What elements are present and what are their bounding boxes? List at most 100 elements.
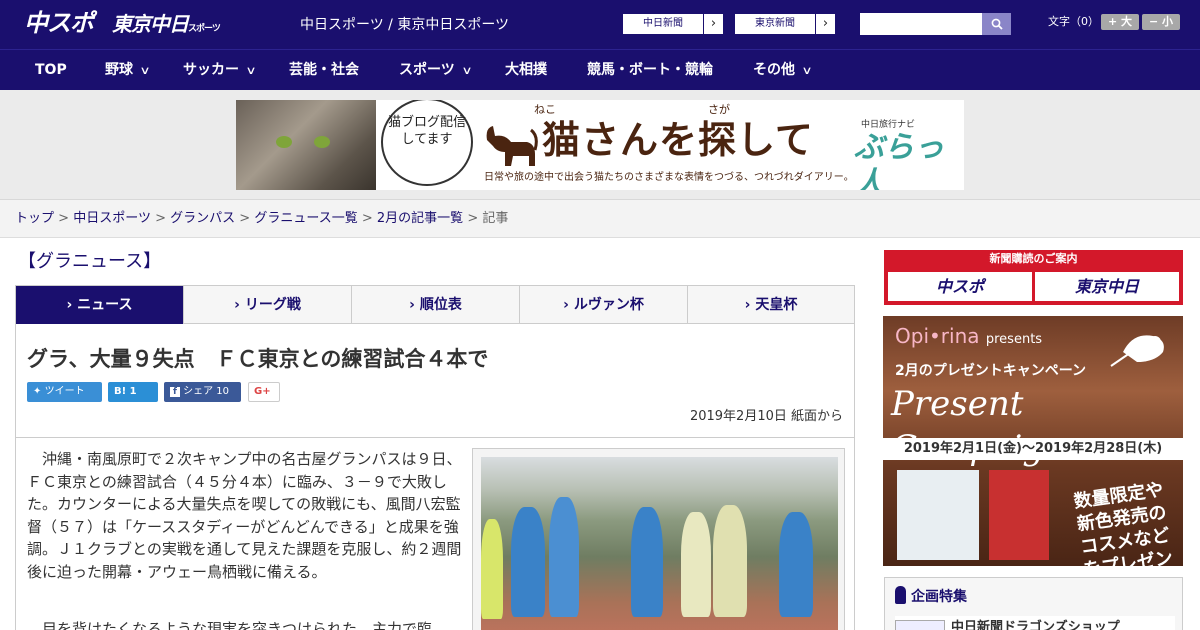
twitter-icon: ✦ (33, 386, 42, 397)
nav-label: その他 (753, 62, 795, 78)
breadcrumb-feb-articles[interactable]: 2月の記事一覧 (377, 211, 463, 226)
tweet-button[interactable]: ✦ ツイート (27, 382, 102, 402)
hatena-count: 1 (129, 386, 137, 397)
search-input[interactable] (860, 13, 982, 35)
cupid-icon (1110, 335, 1164, 367)
ad-line-1: 2月のプレゼントキャンペーン (895, 363, 1087, 379)
ad-promo: 数量限定や新色発売のコスメなどをプレゼント! (1072, 479, 1175, 566)
breadcrumb-sep: > (155, 211, 166, 226)
feature-box: 企画特集 中日新聞ドラゴンズショップ (884, 577, 1183, 630)
nav-item-other[interactable]: その他 ∨ (753, 50, 813, 90)
chevron-down-icon: ∨ (245, 64, 257, 77)
facebook-share-button[interactable]: f シェア 10 (164, 382, 241, 402)
subscribe-tokyo-button[interactable]: 東京中日 (1035, 272, 1179, 301)
cat-eye (276, 136, 292, 148)
article-date: 2019年2月10日 紙面から (689, 409, 843, 424)
facebook-count: 10 (216, 386, 230, 397)
banner-brand: ぶらっ人 (854, 130, 944, 190)
nav-label: TOP (35, 62, 67, 78)
banner-title: 猫さんを探して (542, 118, 814, 162)
site-name: 中日スポーツ / 東京中日スポーツ (300, 17, 510, 33)
subscribe-chuspo-button[interactable]: 中スポ (888, 272, 1032, 301)
font-size-label: 文字（0） (1048, 15, 1099, 28)
tokyo-shimbun-link[interactable]: 東京新聞 › (734, 13, 836, 35)
feature-title: 企画特集 (911, 589, 967, 605)
tab-levain-cup[interactable]: › ルヴァン杯 (520, 286, 688, 324)
tweet-label: ツイート (44, 386, 85, 397)
article-header: グラ、大量９失点 ＦＣ東京との練習試合４本で ✦ ツイート B! 1 f シェア… (15, 324, 855, 438)
breadcrumb-sep: > (58, 211, 70, 226)
tab-news[interactable]: › ニュース (16, 286, 184, 324)
speech-bubble: 猫ブログ配信してます (381, 100, 473, 186)
ad-dates: 2019年2月1日(金)～2019年2月28日(木) (883, 438, 1183, 460)
feature-item[interactable]: 中日新聞ドラゴンズショップ (895, 616, 1175, 630)
nav-item-top[interactable]: TOP (35, 50, 67, 90)
breadcrumb-chunichi-sports[interactable]: 中日スポーツ (73, 211, 151, 226)
present-campaign-ad[interactable]: Opi•rina presents 2月のプレゼントキャンペーン Present… (883, 316, 1183, 566)
chunichi-shimbun-link[interactable]: 中日新聞 › (622, 13, 724, 35)
chevron-right-icon: › (815, 14, 835, 34)
nav-label: 芸能・社会 (289, 62, 359, 78)
nav-item-sumo[interactable]: 大相撲 (505, 50, 547, 90)
ad-product-image (897, 470, 979, 560)
ribbon-icon (895, 586, 906, 604)
breadcrumb-top[interactable]: トップ (15, 211, 54, 226)
title-ruby: さが (708, 103, 730, 116)
player-figure (713, 505, 747, 617)
article-photo[interactable] (481, 457, 838, 630)
nav-item-soccer[interactable]: サッカー ∨ (183, 50, 257, 90)
nav-item-entertainment[interactable]: 芸能・社会 (289, 50, 359, 90)
article-photo-frame (472, 448, 845, 630)
banner-navi-label: 中日旅行ナビ (861, 120, 916, 130)
hatena-bookmark-button[interactable]: B! 1 (108, 382, 158, 402)
cat-eye (314, 136, 330, 148)
search-button[interactable] (982, 13, 1011, 35)
site-header: 中スポ 東京中日スポーツ 中日スポーツ / 東京中日スポーツ 中日新聞 › 東京新… (0, 0, 1200, 49)
nav-item-sports[interactable]: スポーツ ∨ (399, 50, 473, 90)
chevron-down-icon: ∨ (139, 64, 151, 77)
ad-brand: Opi•rina presents (895, 324, 1042, 352)
tokyo-chunichi-logo[interactable]: 東京中日スポーツ (112, 11, 221, 42)
article-headline: グラ、大量９失点 ＦＣ東京との練習試合４本で (27, 347, 489, 371)
font-smaller-button[interactable]: − 小 (1142, 14, 1180, 30)
feature-item-label: 中日新聞ドラゴンズショップ (951, 620, 1120, 630)
breadcrumb-sep: > (239, 211, 251, 226)
facebook-label: シェア (183, 386, 214, 397)
ad-brand-name: Opi•rina (895, 324, 980, 348)
font-larger-button[interactable]: + 大 (1101, 14, 1139, 30)
tab-standings[interactable]: › 順位表 (352, 286, 520, 324)
player-figure (511, 507, 545, 617)
chunichi-link-label: 中日新聞 (643, 18, 683, 29)
ad-brand-suffix: presents (985, 332, 1043, 347)
tab-emperors-cup[interactable]: › 天皇杯 (688, 286, 854, 324)
article-body: 沖縄・南風原町で２次キャンプ中の名古屋グランパスは９日、ＦＣ東京との練習試合（４… (15, 438, 855, 630)
facebook-icon: f (170, 387, 180, 397)
tokyo-link-label: 東京新聞 (755, 18, 795, 29)
breadcrumb-grampus[interactable]: グランパス (170, 211, 235, 226)
title-ruby: ねこ (534, 103, 556, 116)
subscribe-title: 新聞購読のご案内 (989, 252, 1078, 265)
chevron-down-icon: ∨ (461, 64, 473, 77)
cat-blog-banner[interactable]: 猫ブログ配信してます ねこ さが 猫さんを探して 日常や旅の途中で出会う猫たちの… (236, 100, 964, 190)
nav-label: 野球 (105, 62, 133, 78)
breadcrumb-gra-news[interactable]: グラニュース一覧 (254, 211, 357, 226)
breadcrumb-sep: > (361, 211, 373, 226)
gplus-button[interactable]: G+ (248, 382, 280, 402)
nav-label: スポーツ (399, 62, 455, 78)
player-figure (681, 512, 711, 617)
chuspo-logo[interactable]: 中スポ (24, 8, 94, 38)
article-paragraph: 目を背けたくなるような現実を突きつけられた。主力で臨 (27, 620, 433, 630)
cat-silhouette-icon (486, 126, 538, 166)
search-icon (991, 18, 1003, 30)
subscribe-box: 新聞購読のご案内 中スポ 東京中日 (884, 250, 1183, 305)
breadcrumb-sep: > (467, 211, 479, 226)
breadcrumb: トップ > 中日スポーツ > グランパス > グラニュース一覧 > 2月の記事一… (0, 200, 1200, 238)
tab-label: 天皇杯 (755, 297, 798, 313)
tab-label: リーグ戦 (244, 297, 301, 313)
tab-league[interactable]: › リーグ戦 (184, 286, 352, 324)
hatena-icon: B! (114, 386, 127, 397)
nav-item-baseball[interactable]: 野球 ∨ (105, 50, 151, 90)
nav-item-keiba[interactable]: 競馬・ボート・競輪 (587, 50, 713, 90)
tab-label: 順位表 (419, 297, 462, 313)
main-nav: TOP 野球 ∨ サッカー ∨ 芸能・社会 スポーツ ∨ 大相撲 競馬・ボート・競輪 … (0, 49, 1200, 90)
